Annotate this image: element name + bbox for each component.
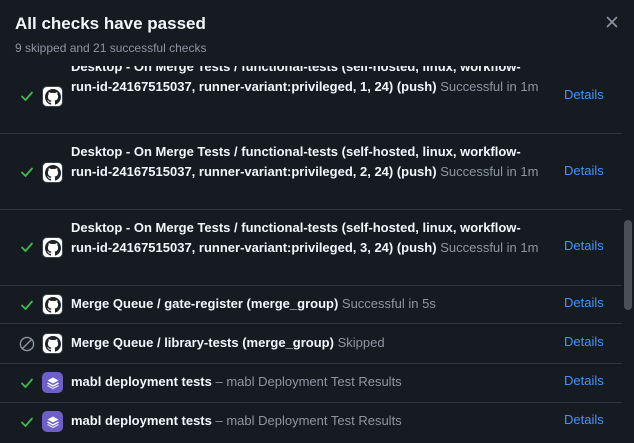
checks-summary: 9 skipped and 21 successful checks [15,41,207,55]
details-link[interactable]: Details [564,373,604,388]
check-text: mabl deployment tests – mabl Deployment … [71,372,546,392]
check-row: Desktop - On Merge Tests / functional-te… [0,133,622,209]
details-link[interactable]: Details [564,412,604,427]
check-name[interactable]: mabl deployment tests [71,374,212,389]
check-icon [19,88,35,104]
check-text: Desktop - On Merge Tests / functional-te… [71,142,546,181]
details-link[interactable]: Details [564,295,604,310]
check-text: mabl deployment tests – mabl Deployment … [71,411,546,431]
check-row: Merge Queue / gate-register (merge_group… [0,285,622,323]
check-row: Merge Queue / library-tests (merge_group… [0,323,622,363]
check-icon [19,375,35,391]
check-icon [19,297,35,313]
skipped-icon [19,336,35,352]
scrollbar[interactable] [622,66,634,443]
checks-title: All checks have passed [15,14,206,33]
check-text: Desktop - On Merge Tests / functional-te… [71,218,546,257]
check-name[interactable]: Merge Queue / library-tests (merge_group… [71,335,334,350]
github-icon [42,237,63,258]
github-icon [42,86,63,107]
checks-header: All checks have passed 9 skipped and 21 … [0,0,634,66]
checks-list[interactable]: Desktop - On Merge Tests / functional-te… [0,66,622,443]
check-icon [19,414,35,430]
checks-panel: All checks have passed 9 skipped and 21 … [0,0,634,443]
check-status-text: Successful in 5s [341,296,436,311]
mabl-icon [42,372,63,393]
check-status-text: Successful in 1m [440,78,539,94]
check-row: mabl deployment tests – mabl Deployment … [0,363,622,402]
check-icon [19,239,35,255]
check-status-text: Successful in 1m [440,163,539,179]
github-icon [42,333,63,354]
scrollbar-thumb[interactable] [624,220,632,310]
close-icon[interactable] [602,12,622,32]
check-row: Desktop - On Merge Tests / functional-te… [0,66,622,133]
check-row: Desktop - On Merge Tests / functional-te… [0,209,622,285]
details-link[interactable]: Details [564,163,604,178]
github-icon [42,162,63,183]
check-status-text: – mabl Deployment Test Results [215,374,402,389]
check-row: mabl deployment tests – mabl Deployment … [0,402,622,442]
github-icon [42,294,63,315]
check-text: Desktop - On Merge Tests / functional-te… [71,66,546,96]
check-text: Merge Queue / library-tests (merge_group… [71,333,546,353]
details-link[interactable]: Details [564,87,604,102]
check-name[interactable]: mabl deployment tests [71,413,212,428]
check-status-text: – mabl Deployment Test Results [215,413,402,428]
details-link[interactable]: Details [564,334,604,349]
mabl-icon [42,411,63,432]
details-link[interactable]: Details [564,238,604,253]
check-icon [19,164,35,180]
check-name[interactable]: Merge Queue / gate-register (merge_group… [71,296,338,311]
check-text: Merge Queue / gate-register (merge_group… [71,294,546,314]
check-status-text: Successful in 1m [440,239,539,255]
check-status-text: Skipped [337,335,385,350]
